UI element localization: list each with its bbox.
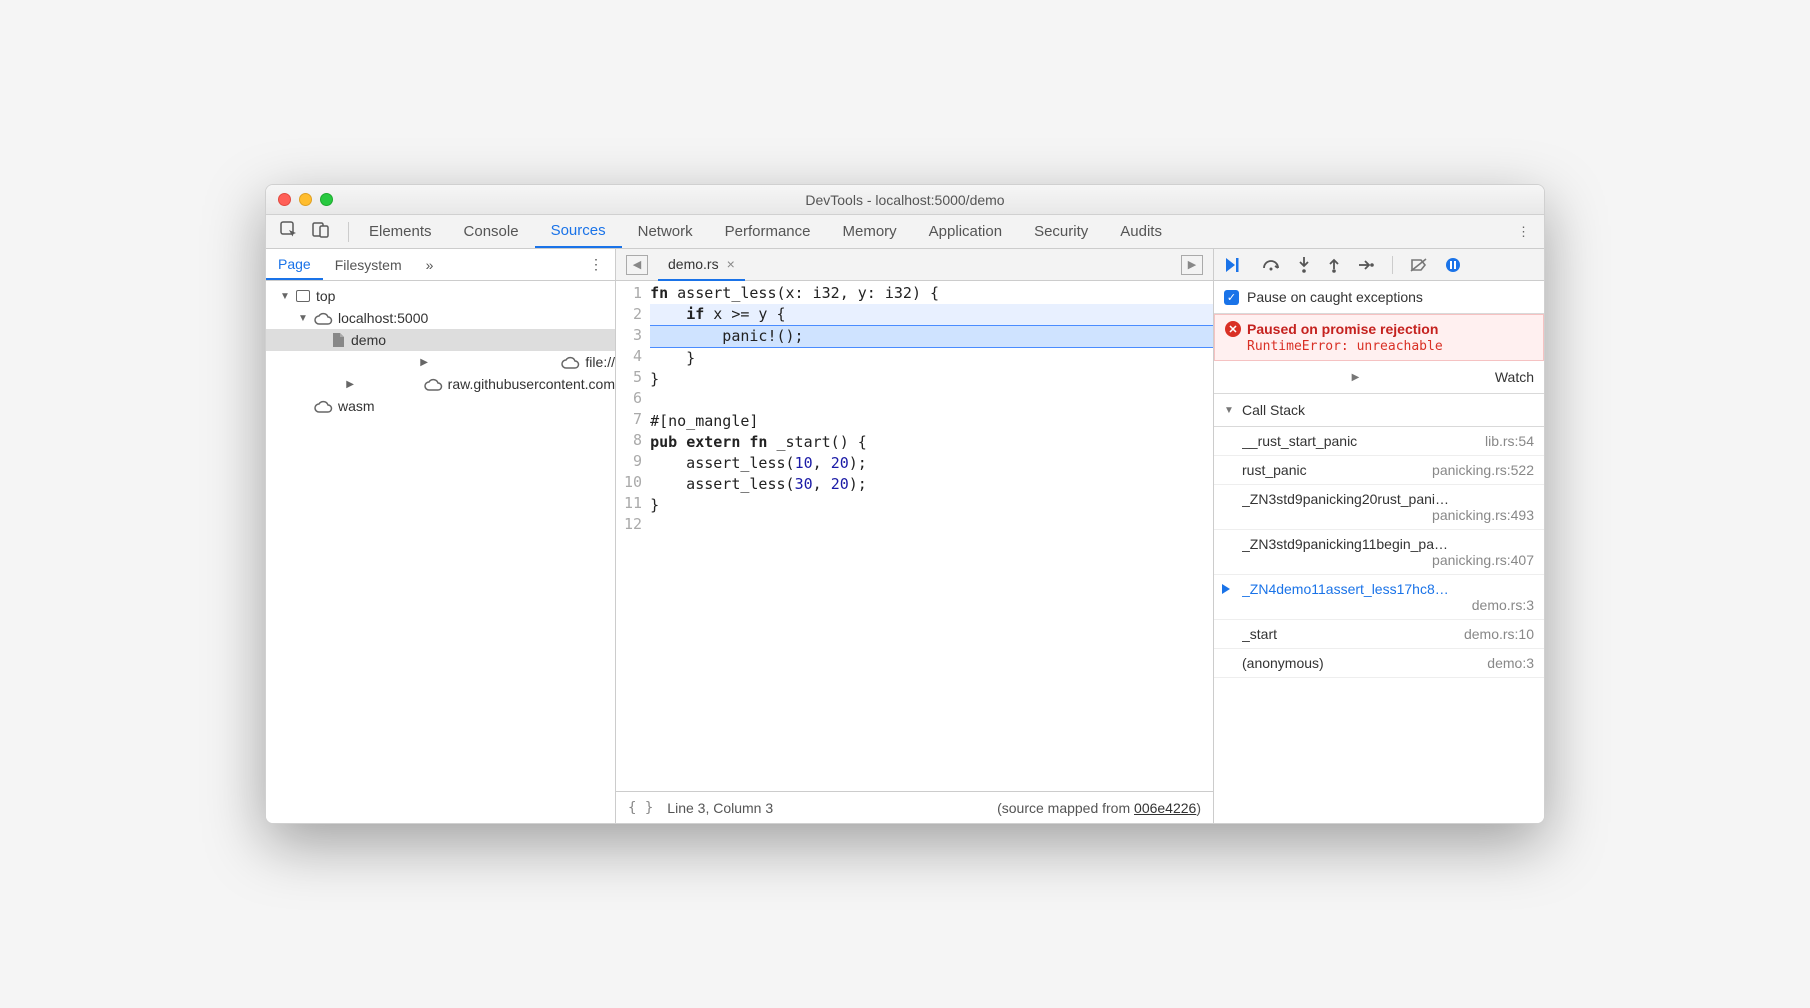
nav-forward-icon[interactable]: ▶: [1181, 255, 1203, 275]
editor-panel: ◀ demo.rs × ▶ 123456789101112 fn assert_…: [616, 249, 1214, 823]
code-editor[interactable]: 123456789101112 fn assert_less(x: i32, y…: [616, 281, 1213, 791]
debugger-toolbar: [1214, 249, 1544, 281]
navigator-panel: PageFilesystem » ⋮ toplocalhost:5000 demo…: [266, 249, 616, 823]
file-tab-label: demo.rs: [668, 256, 719, 272]
tab-sources[interactable]: Sources: [535, 215, 622, 248]
code-content: fn assert_less(x: i32, y: i32) { if x >=…: [650, 281, 1213, 791]
stack-frame[interactable]: _ZN4demo11assert_less17hc8…demo.rs:3: [1214, 575, 1544, 620]
more-menu-icon[interactable]: ⋮: [1503, 224, 1544, 240]
callstack-header[interactable]: Call Stack: [1214, 394, 1544, 427]
device-toggle-icon[interactable]: [312, 221, 330, 242]
tree-item-label: wasm: [338, 398, 375, 414]
tab-application[interactable]: Application: [913, 215, 1018, 248]
tree-item[interactable]: top: [266, 285, 615, 307]
tab-elements[interactable]: Elements: [353, 215, 448, 248]
stack-frame[interactable]: panicking.rs:522rust_panic: [1214, 456, 1544, 485]
stack-frame[interactable]: demo.rs:10_start: [1214, 620, 1544, 649]
navigator-overflow-icon[interactable]: »: [414, 249, 446, 280]
step-into-button[interactable]: [1298, 257, 1310, 273]
source-map-link[interactable]: 006e4226: [1134, 800, 1196, 816]
pause-exceptions-section: ✓ Pause on caught exceptions: [1214, 281, 1544, 314]
titlebar: DevTools - localhost:5000/demo: [266, 185, 1544, 215]
tree-item-label: file://: [585, 354, 615, 370]
cursor-position: Line 3, Column 3: [667, 800, 773, 816]
cloud-icon: [314, 400, 332, 413]
stack-frame[interactable]: _ZN3std9panicking20rust_pani…panicking.r…: [1214, 485, 1544, 530]
stack-frame[interactable]: demo:3(anonymous): [1214, 649, 1544, 678]
line-gutter: 123456789101112: [616, 281, 650, 791]
source-map-info: (source mapped from 006e4226): [997, 800, 1201, 816]
step-out-button[interactable]: [1328, 257, 1340, 273]
collapse-icon: [1224, 405, 1234, 416]
window-title: DevTools - localhost:5000/demo: [266, 192, 1544, 208]
navigator-menu-icon[interactable]: ⋮: [577, 249, 615, 280]
expand-icon: [1224, 372, 1487, 383]
tab-console[interactable]: Console: [448, 215, 535, 248]
cloud-icon: [424, 378, 442, 391]
paused-banner: ✕Paused on promise rejection RuntimeErro…: [1214, 314, 1544, 361]
step-button[interactable]: [1358, 258, 1374, 272]
watch-section[interactable]: Watch: [1214, 361, 1544, 394]
file-tree: toplocalhost:5000 demo file:// raw.githubus…: [266, 281, 615, 823]
cloud-icon: [561, 356, 579, 369]
inspect-icon[interactable]: [280, 221, 298, 242]
stack-frame[interactable]: _ZN3std9panicking11begin_pa…panicking.rs…: [1214, 530, 1544, 575]
resume-button[interactable]: [1226, 258, 1244, 272]
pause-exceptions-label: Pause on caught exceptions: [1247, 289, 1423, 305]
tab-audits[interactable]: Audits: [1104, 215, 1178, 248]
nav-back-icon[interactable]: ◀: [626, 255, 648, 275]
tree-item[interactable]: localhost:5000: [266, 307, 615, 329]
cloud-icon: [314, 312, 332, 325]
stack-frame[interactable]: lib.rs:54__rust_start_panic: [1214, 427, 1544, 456]
call-stack-list: lib.rs:54__rust_start_panicpanicking.rs:…: [1214, 427, 1544, 823]
devtools-window: DevTools - localhost:5000/demo ElementsC…: [265, 184, 1545, 824]
error-icon: ✕: [1225, 321, 1241, 337]
file-tab-demo-rs[interactable]: demo.rs ×: [658, 250, 745, 281]
pause-exceptions-checkbox[interactable]: ✓: [1224, 290, 1239, 305]
tree-item-label: demo: [351, 332, 386, 348]
step-over-button[interactable]: [1262, 258, 1280, 272]
tree-item[interactable]: raw.githubusercontent.com: [266, 373, 615, 395]
navigator-tabs: PageFilesystem » ⋮: [266, 249, 615, 281]
tree-item[interactable]: demo: [266, 329, 615, 351]
tab-network[interactable]: Network: [622, 215, 709, 248]
tree-item[interactable]: file://: [266, 351, 615, 373]
paused-detail: RuntimeError: unreachable: [1247, 339, 1533, 354]
navigator-tab-filesystem[interactable]: Filesystem: [323, 249, 414, 280]
pretty-print-icon[interactable]: { }: [628, 800, 653, 816]
debugger-panel: ✓ Pause on caught exceptions ✕Paused on …: [1214, 249, 1544, 823]
tab-memory[interactable]: Memory: [827, 215, 913, 248]
tab-performance[interactable]: Performance: [709, 215, 827, 248]
tree-item-label: localhost:5000: [338, 310, 428, 326]
file-icon: [332, 332, 345, 348]
tree-item[interactable]: wasm: [266, 395, 615, 417]
close-tab-icon[interactable]: ×: [727, 256, 735, 272]
tree-item-label: top: [316, 288, 335, 304]
navigator-tab-page[interactable]: Page: [266, 249, 323, 280]
pause-on-exceptions-button[interactable]: [1445, 257, 1461, 273]
tab-security[interactable]: Security: [1018, 215, 1104, 248]
frame-icon: [296, 290, 310, 302]
editor-status-bar: { } Line 3, Column 3 (source mapped from…: [616, 791, 1213, 823]
deactivate-breakpoints-button[interactable]: [1411, 258, 1427, 272]
main-tabs: ElementsConsoleSourcesNetworkPerformance…: [266, 215, 1544, 249]
tree-item-label: raw.githubusercontent.com: [448, 376, 615, 392]
